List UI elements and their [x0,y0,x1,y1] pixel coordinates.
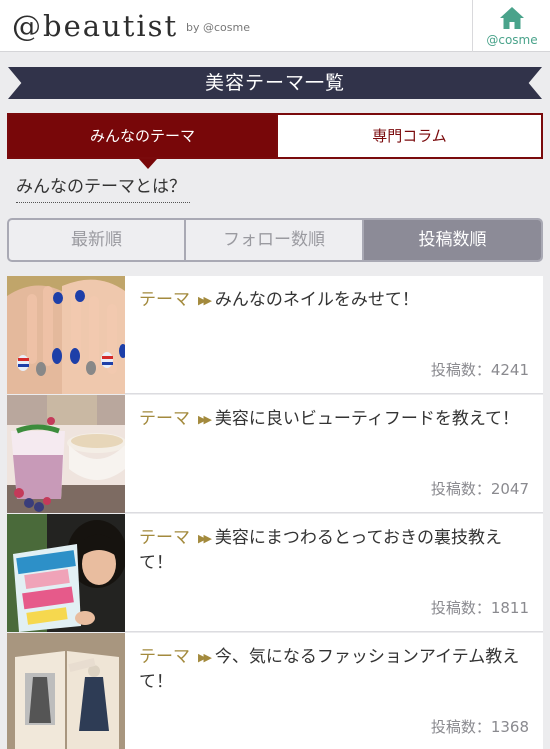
theme-title-line: テーマ ▶▶ みんなのネイルをみせて！ [139,288,531,313]
theme-tag: テーマ [139,290,190,310]
tab-community-themes[interactable]: みんなのテーマ [9,115,276,157]
theme-title: みんなのネイルをみせて！ [214,290,419,310]
theme-title-line: テーマ ▶▶ 今、気になるファッションアイテム教えて！ [139,645,531,694]
theme-tag: テーマ [139,528,190,548]
theme-tag: テーマ [139,409,190,429]
smoothie-photo [7,395,125,513]
double-arrow-icon: ▶▶ [198,294,212,307]
double-arrow-icon: ▶▶ [198,532,212,545]
sort-tab-bar: 最新順 フォロー数順 投稿数順 [7,218,543,262]
app-header: @beautist by @cosme @cosme [0,0,550,52]
active-tab-pointer [139,159,157,169]
sort-newest-tab[interactable]: 最新順 [9,220,186,260]
sort-posts-tab[interactable]: 投稿数順 [364,220,541,260]
tab-expert-columns[interactable]: 専門コラム [276,115,541,157]
theme-tab-bar: みんなのテーマ 専門コラム [7,113,543,159]
theme-list-item[interactable]: テーマ ▶▶ 今、気になるファッションアイテム教えて！ 投稿数：1368 [7,633,543,749]
double-arrow-icon: ▶▶ [198,651,212,664]
theme-title: 美容に良いビューティフードを教えて！ [214,409,520,429]
double-arrow-icon: ▶▶ [198,413,212,426]
beautist-logo[interactable]: @beautist [12,6,178,46]
theme-list-item[interactable]: テーマ ▶▶ みんなのネイルをみせて！ 投稿数：4241 [7,276,543,394]
nail-photo [7,276,125,394]
magazine-photo [7,514,125,632]
fashion-book-photo [7,633,125,749]
cosme-home-button[interactable]: @cosme [472,0,550,52]
page-title: 美容テーマ一覧 [204,72,345,94]
home-icon [500,7,524,29]
theme-title: 今、気になるファッションアイテム教えて！ [139,647,520,692]
theme-list: テーマ ▶▶ みんなのネイルをみせて！ 投稿数：4241 テーマ ▶▶ 美容に良… [7,276,543,749]
theme-title-line: テーマ ▶▶ 美容に良いビューティフードを教えて！ [139,407,531,432]
page-title-banner: 美容テーマ一覧 [8,67,542,99]
post-count: 投稿数：1811 [430,599,529,617]
theme-title-line: テーマ ▶▶ 美容にまつわるとっておきの裏技教えて！ [139,526,531,575]
logo-byline: by @cosme [186,21,250,34]
sort-followers-tab[interactable]: フォロー数順 [186,220,364,260]
theme-title: 美容にまつわるとっておきの裏技教えて！ [139,528,503,573]
theme-tag: テーマ [139,647,190,667]
home-label: @cosme [486,33,538,47]
theme-list-item[interactable]: テーマ ▶▶ 美容にまつわるとっておきの裏技教えて！ 投稿数：1811 [7,514,543,632]
post-count: 投稿数：2047 [430,480,529,498]
post-count: 投稿数：4241 [430,361,529,379]
about-themes-link[interactable]: みんなのテーマとは？ [16,173,190,203]
theme-list-item[interactable]: テーマ ▶▶ 美容に良いビューティフードを教えて！ 投稿数：2047 [7,395,543,513]
post-count: 投稿数：1368 [430,718,529,736]
